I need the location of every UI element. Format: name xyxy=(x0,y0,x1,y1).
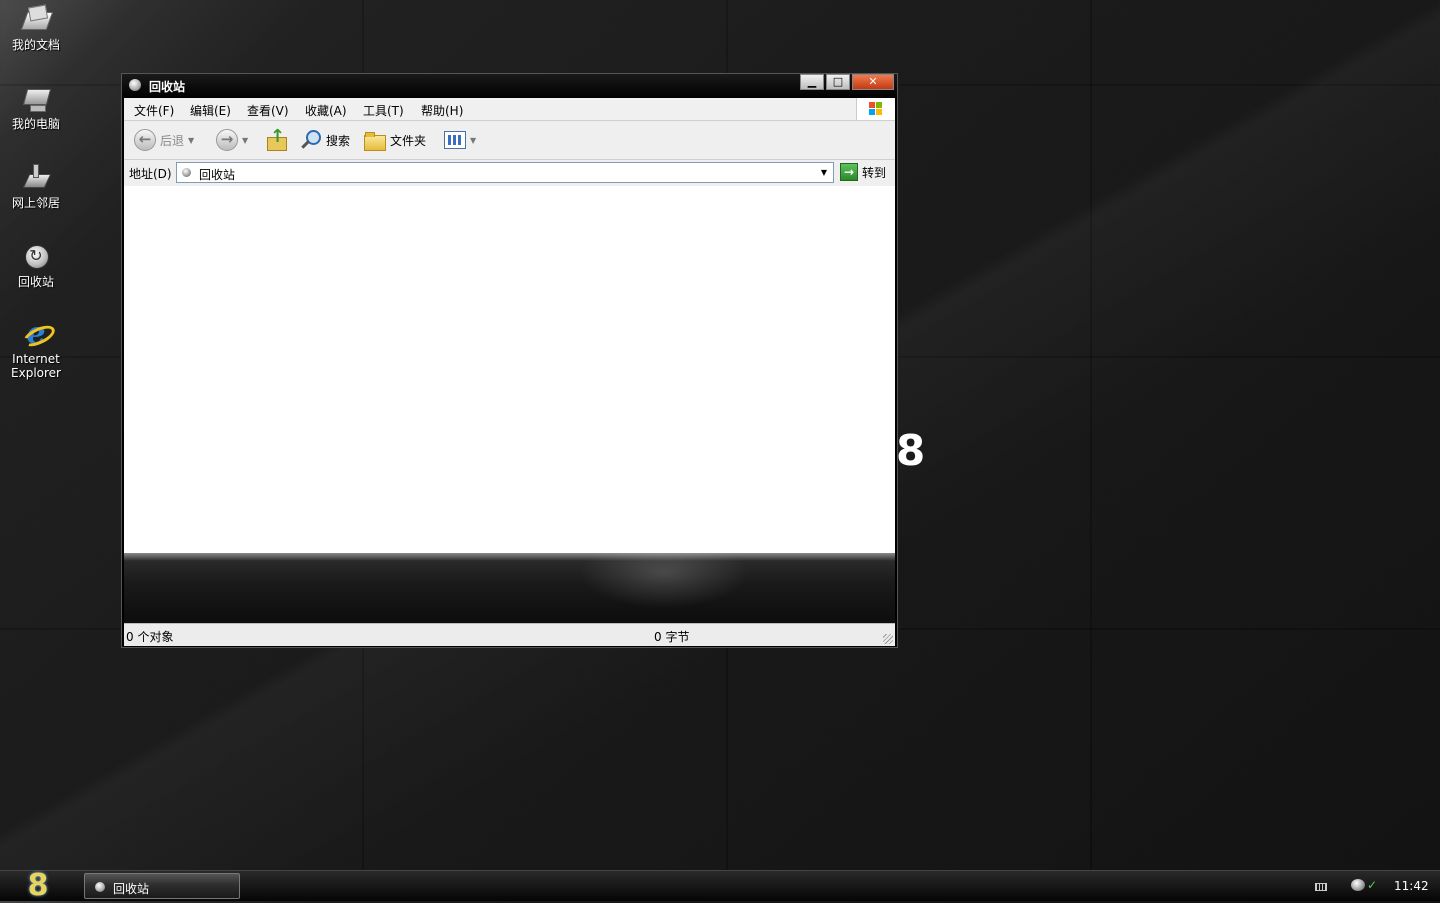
forward-dropdown-icon[interactable]: ▼ xyxy=(242,136,248,145)
file-list-area[interactable] xyxy=(124,186,895,553)
resize-grip[interactable] xyxy=(883,634,893,644)
address-dropdown-icon[interactable]: ▼ xyxy=(817,165,831,180)
desktop-icon-label-line1: Internet xyxy=(12,352,60,366)
taskbar-item-label: 回收站 xyxy=(113,882,150,896)
go-label: 转到 xyxy=(862,165,887,180)
status-bar: 0 个对象 0 字节 xyxy=(124,623,895,646)
window-bottom-panel xyxy=(124,553,895,623)
desktop-icon-recycle-bin[interactable]: 回收站 xyxy=(0,241,72,289)
menu-tools[interactable]: 工具(T) xyxy=(363,102,404,119)
menu-bar: 文件(F) 编辑(E) 查看(V) 收藏(A) 工具(T) 帮助(H) xyxy=(124,98,895,121)
search-button[interactable]: 搜索 xyxy=(300,128,350,152)
search-label: 搜索 xyxy=(326,133,351,148)
start-button[interactable]: 8 xyxy=(24,871,52,901)
go-button[interactable]: → 转到 xyxy=(840,163,886,181)
recycle-bin-icon xyxy=(95,882,105,892)
folders-label: 文件夹 xyxy=(390,133,427,148)
close-button[interactable]: ✕ xyxy=(852,74,894,90)
address-label: 地址(D) xyxy=(129,167,172,181)
desktop-icon-label: 网上邻居 xyxy=(11,196,60,210)
back-button[interactable]: ← 后退 ▼ xyxy=(134,128,194,152)
internet-explorer-icon: e xyxy=(20,318,52,350)
my-computer-icon xyxy=(20,83,52,115)
windows-flag-logo xyxy=(856,98,895,120)
desktop-icon-internet-explorer[interactable]: e Internet Explorer xyxy=(0,318,72,381)
back-label: 后退 xyxy=(160,133,185,148)
back-arrow-icon: ← xyxy=(134,129,156,151)
recycle-bin-icon xyxy=(20,241,52,273)
wallpaper-logo-glyph: 8 xyxy=(896,426,926,475)
desktop-icon-network-places[interactable]: 网上邻居 xyxy=(0,162,72,210)
desktop-icon-label: 我的电脑 xyxy=(11,117,60,131)
recycle-bin-icon xyxy=(182,168,191,177)
address-value: 回收站 xyxy=(199,168,236,182)
address-input[interactable]: 回收站 ▼ xyxy=(176,162,834,183)
desktop-icon-label: 我的文档 xyxy=(11,38,60,52)
back-dropdown-icon[interactable]: ▼ xyxy=(188,136,194,145)
desktop-icon-my-computer[interactable]: 我的电脑 xyxy=(0,83,72,131)
forward-button[interactable]: → ▼ xyxy=(216,128,248,152)
views-icon xyxy=(444,131,466,149)
desktop-icon-label-line2: Explorer xyxy=(11,366,61,380)
status-byte-size: 0 字节 xyxy=(654,630,690,644)
network-icon[interactable] xyxy=(1351,879,1365,891)
window-titlebar[interactable]: 回收站 ▁ □ ✕ xyxy=(122,74,897,98)
minimize-button[interactable]: ▁ xyxy=(800,74,824,90)
menu-edit[interactable]: 编辑(E) xyxy=(190,102,231,119)
clock[interactable]: 11:42 xyxy=(1394,879,1429,893)
address-bar: 地址(D) 回收站 ▼ → 转到 xyxy=(124,160,895,186)
taskbar: 8 回收站 ✓ 11:42 xyxy=(0,870,1440,901)
menu-help[interactable]: 帮助(H) xyxy=(421,102,463,119)
search-icon xyxy=(300,129,322,151)
views-dropdown-icon: ▼ xyxy=(470,135,477,145)
recycle-bin-window: 回收站 ▁ □ ✕ 文件(F) 编辑(E) 查看(V) 收藏(A) 工具(T) … xyxy=(121,73,898,648)
menu-file[interactable]: 文件(F) xyxy=(134,102,174,119)
maximize-button[interactable]: □ xyxy=(826,74,850,90)
my-documents-icon xyxy=(20,4,52,36)
up-folder-button[interactable] xyxy=(265,126,287,152)
menu-view[interactable]: 查看(V) xyxy=(247,102,289,119)
go-arrow-icon: → xyxy=(840,163,858,181)
menu-favorites[interactable]: 收藏(A) xyxy=(305,102,347,119)
folder-icon xyxy=(364,131,386,151)
folder-up-icon xyxy=(265,126,287,151)
status-object-count: 0 个对象 xyxy=(126,630,174,644)
recycle-bin-icon xyxy=(129,79,141,91)
forward-arrow-icon: → xyxy=(216,129,238,151)
desktop-icon-my-documents[interactable]: 我的文档 xyxy=(0,4,72,52)
desktop-icon-label: 回收站 xyxy=(17,275,54,289)
taskbar-item-recycle-bin[interactable]: 回收站 xyxy=(84,873,240,899)
keyboard-icon[interactable] xyxy=(1315,883,1327,891)
network-status-icon[interactable]: ✓ xyxy=(1367,878,1377,892)
network-places-icon xyxy=(20,162,52,194)
views-button[interactable]: ▼ xyxy=(444,128,476,152)
standard-toolbar: ← 后退 ▼ → ▼ 搜索 文件夹 ▼ xyxy=(124,121,895,160)
folders-button[interactable]: 文件夹 xyxy=(364,128,426,152)
window-title: 回收站 xyxy=(149,80,186,94)
